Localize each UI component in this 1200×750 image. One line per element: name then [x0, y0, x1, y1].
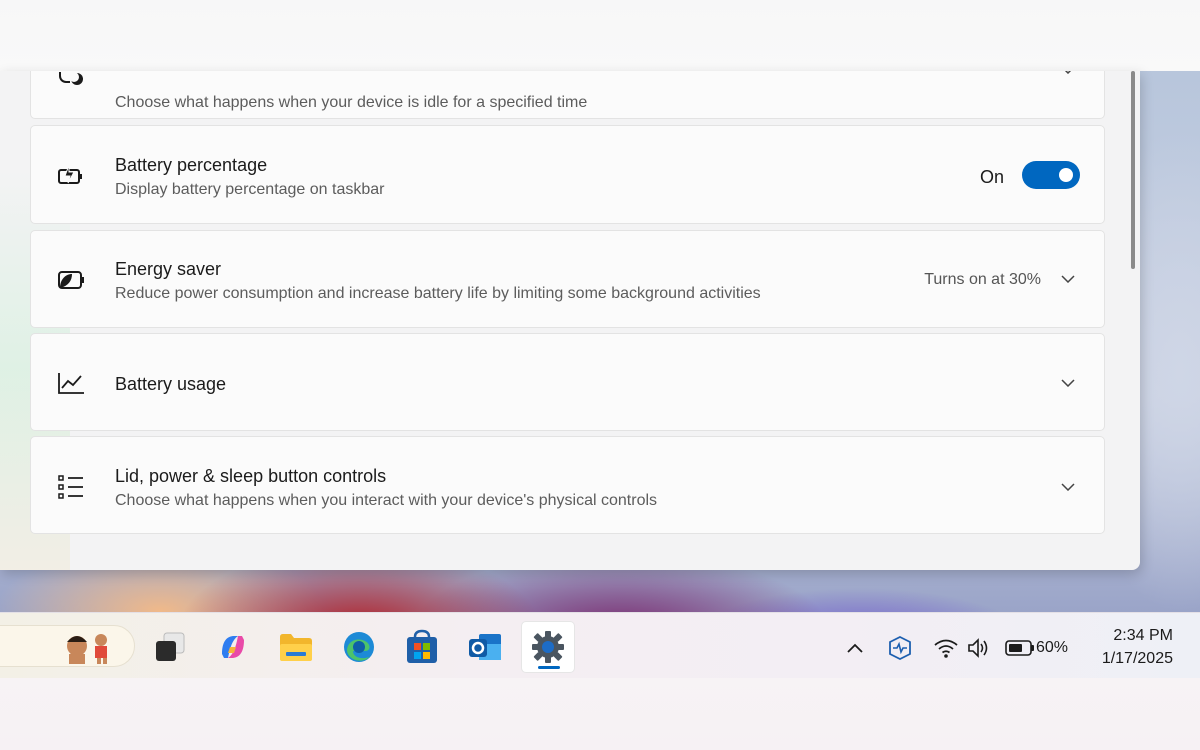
chevron-down-icon[interactable]: [1058, 71, 1078, 80]
battery-charging-icon: [55, 159, 87, 191]
active-indicator: [538, 666, 560, 669]
energy-saver-subtitle: Reduce power consumption and increase ba…: [115, 285, 761, 302]
bottom-band: [0, 678, 1200, 750]
moon-sleep-icon: [55, 71, 87, 96]
battery-percentage-subtitle: Display battery percentage on taskbar: [115, 181, 385, 198]
microsoft-store-icon[interactable]: [395, 621, 449, 673]
health-monitor-icon[interactable]: [887, 635, 913, 661]
volume-icon[interactable]: [966, 635, 992, 661]
screen-sleep-subtitle: Choose what happens when your device is …: [115, 94, 588, 111]
top-band: [0, 0, 1200, 71]
settings-app-icon[interactable]: [521, 621, 575, 673]
taskbar: 60% 2:34 PM 1/17/2025: [0, 612, 1200, 678]
widgets-button[interactable]: [0, 625, 135, 667]
energy-saver-leaf-icon: [55, 264, 87, 296]
battery-usage-card[interactable]: Battery usage: [30, 333, 1105, 431]
copilot-icon[interactable]: [206, 621, 260, 673]
lid-power-subtitle: Choose what happens when you interact wi…: [115, 492, 658, 509]
list-controls-icon: [55, 471, 87, 503]
battery-icon[interactable]: [1004, 635, 1036, 661]
line-chart-icon: [55, 367, 87, 399]
edge-browser-icon[interactable]: [332, 621, 386, 673]
toggle-knob: [1059, 168, 1073, 182]
outlook-icon[interactable]: [458, 621, 512, 673]
chevron-down-icon[interactable]: [1058, 269, 1078, 289]
screen-sleep-card[interactable]: Choose what happens when your device is …: [30, 71, 1105, 119]
battery-usage-title: Battery usage: [115, 374, 227, 394]
toggle-state-label: On: [979, 167, 1004, 187]
wifi-icon[interactable]: [933, 635, 959, 661]
lid-power-card[interactable]: Lid, power & sleep button controls Choos…: [30, 436, 1105, 534]
file-explorer-icon[interactable]: [269, 621, 323, 673]
battery-percentage-toggle[interactable]: [1022, 161, 1080, 189]
energy-saver-title: Energy saver: [115, 259, 222, 279]
clock-time[interactable]: 2:34 PM: [1113, 627, 1173, 645]
chevron-down-icon[interactable]: [1058, 373, 1078, 393]
settings-window: Choose what happens when your device is …: [0, 71, 1140, 570]
scrollbar[interactable]: [1131, 71, 1135, 269]
clock-date[interactable]: 1/17/2025: [1102, 650, 1173, 668]
battery-percentage-title: Battery percentage: [115, 155, 268, 175]
task-view-icon[interactable]: [143, 621, 197, 673]
lid-power-title: Lid, power & sleep button controls: [115, 466, 387, 486]
battery-percent-label: 60%: [1036, 639, 1069, 656]
battery-percentage-card: Battery percentage Display battery perce…: [30, 125, 1105, 224]
chevron-up-icon[interactable]: [842, 635, 868, 661]
chevron-down-icon[interactable]: [1058, 477, 1078, 497]
energy-saver-status: Turns on at 30%: [924, 271, 1041, 288]
energy-saver-card[interactable]: Energy saver Reduce power consumption an…: [30, 230, 1105, 328]
